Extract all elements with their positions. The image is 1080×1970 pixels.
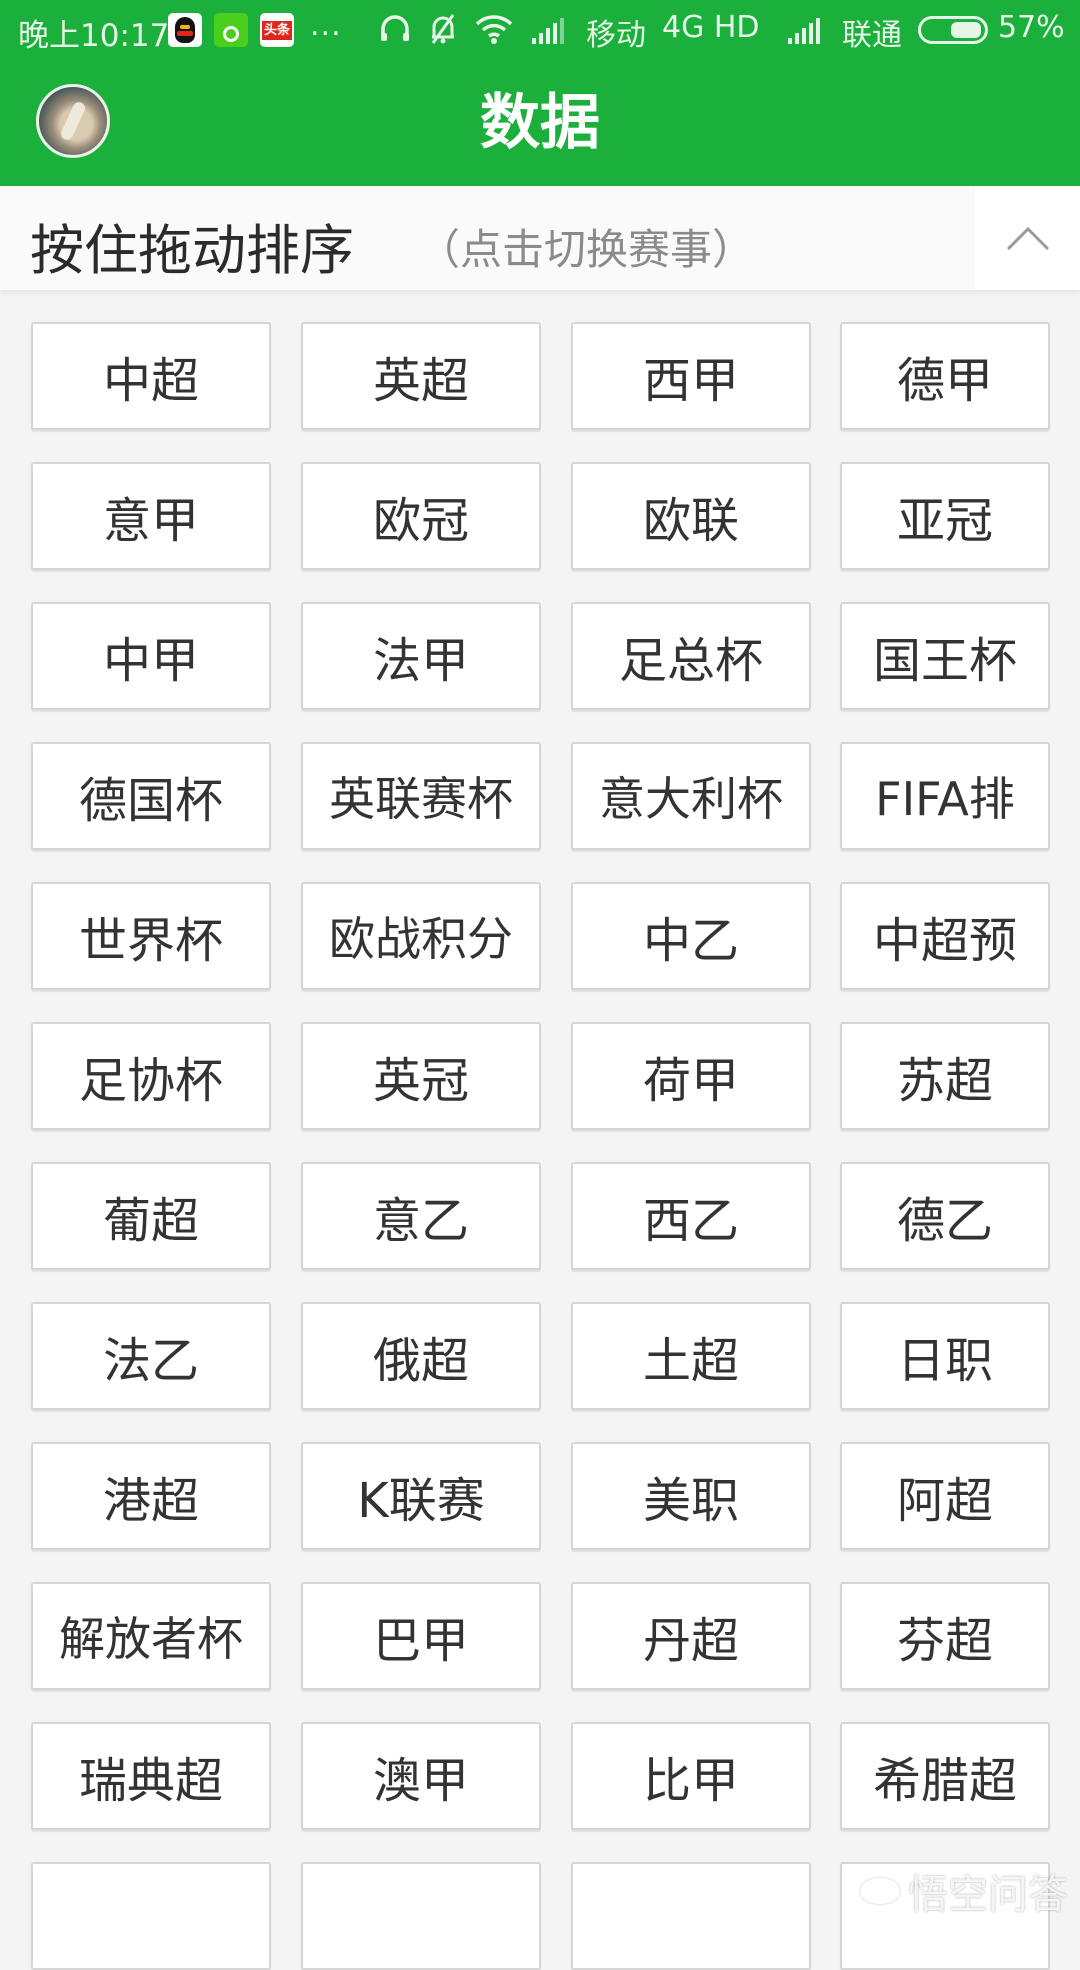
competition-tile[interactable]: 英超: [301, 322, 541, 430]
competition-tile[interactable]: 美职: [571, 1442, 811, 1550]
carrier-1: 移动: [586, 18, 646, 53]
competition-tile[interactable]: 中超: [31, 322, 271, 430]
watermark-text: 悟空问答: [908, 1872, 1068, 1918]
competition-tile[interactable]: 足协杯: [31, 1022, 271, 1130]
competition-tile[interactable]: [571, 1862, 811, 1970]
network-type: 4G HD: [662, 10, 760, 45]
competition-tile[interactable]: 荷甲: [571, 1022, 811, 1130]
toutiao-icon: 头条: [260, 13, 294, 47]
competition-tile[interactable]: 欧战积分: [301, 882, 541, 990]
more-notifications-icon: ...: [310, 8, 342, 43]
competition-tile[interactable]: 意乙: [301, 1162, 541, 1270]
sports-app-icon: [214, 13, 248, 47]
competition-tile[interactable]: 法乙: [31, 1302, 271, 1410]
competition-tile[interactable]: 欧冠: [301, 462, 541, 570]
competition-tile[interactable]: 足总杯: [571, 602, 811, 710]
bell-muted-icon: [431, 14, 455, 44]
competition-tile[interactable]: 国王杯: [840, 602, 1050, 710]
headset-icon: [381, 15, 409, 41]
competition-tile[interactable]: 法甲: [301, 602, 541, 710]
competition-tile[interactable]: 巴甲: [301, 1582, 541, 1690]
page-title: 数据: [480, 88, 600, 158]
competition-tile[interactable]: 世界杯: [31, 882, 271, 990]
competition-tile[interactable]: 英冠: [301, 1022, 541, 1130]
signal-strength-icon-2: [788, 18, 820, 44]
competition-tile[interactable]: 西乙: [571, 1162, 811, 1270]
competition-tile[interactable]: 亚冠: [840, 462, 1050, 570]
competition-tile[interactable]: K联赛: [301, 1442, 541, 1550]
carrier-2: 联通: [842, 18, 902, 53]
battery-percent: 57%: [998, 10, 1065, 45]
chevron-up-icon: [1006, 226, 1049, 251]
competition-tile[interactable]: 德国杯: [31, 742, 271, 850]
competition-tile[interactable]: 芬超: [840, 1582, 1050, 1690]
watermark: 悟空问答: [860, 1862, 1068, 1920]
collapse-button[interactable]: [975, 186, 1080, 290]
competition-tile[interactable]: 希腊超: [840, 1722, 1050, 1830]
competition-tile[interactable]: 比甲: [571, 1722, 811, 1830]
competition-tile[interactable]: 俄超: [301, 1302, 541, 1410]
competition-tile[interactable]: 葡超: [31, 1162, 271, 1270]
competition-tile[interactable]: [301, 1862, 541, 1970]
sort-title: 按住拖动排序: [30, 219, 354, 282]
competition-tile[interactable]: 中超预: [840, 882, 1050, 990]
status-time: 晚上10:17: [18, 18, 170, 54]
competition-tile[interactable]: 澳甲: [301, 1722, 541, 1830]
status-bar: 晚上10:17 头条 ... 移动 4G HD 联通 57%: [0, 0, 1080, 60]
competition-tile[interactable]: 西甲: [571, 322, 811, 430]
sort-hint: （点击切换赛事）: [418, 225, 755, 274]
wifi-icon: [475, 15, 513, 44]
competition-tile[interactable]: 日职: [840, 1302, 1050, 1410]
competition-tile[interactable]: 阿超: [840, 1442, 1050, 1550]
battery-icon: [918, 16, 988, 44]
competition-tile[interactable]: 德乙: [840, 1162, 1050, 1270]
competition-tile[interactable]: 中甲: [31, 602, 271, 710]
competition-tile[interactable]: 中乙: [571, 882, 811, 990]
competition-tile[interactable]: 解放者杯: [31, 1582, 271, 1690]
sort-header: 按住拖动排序 （点击切换赛事）: [0, 186, 1080, 290]
competition-tile[interactable]: 德甲: [840, 322, 1050, 430]
qq-icon: [168, 13, 202, 47]
competition-tile[interactable]: FIFA排: [840, 742, 1050, 850]
competition-tile[interactable]: 欧联: [571, 462, 811, 570]
signal-strength-icon-1: [532, 18, 564, 44]
competition-tile[interactable]: 英联赛杯: [301, 742, 541, 850]
wukong-logo-icon: [860, 1878, 900, 1904]
competition-tile[interactable]: 瑞典超: [31, 1722, 271, 1830]
competition-tile[interactable]: [31, 1862, 271, 1970]
competition-tile[interactable]: 意大利杯: [571, 742, 811, 850]
competition-tile[interactable]: 苏超: [840, 1022, 1050, 1130]
competition-tile[interactable]: 意甲: [31, 462, 271, 570]
competition-tile[interactable]: 丹超: [571, 1582, 811, 1690]
competition-tile[interactable]: 港超: [31, 1442, 271, 1550]
competition-tile[interactable]: 土超: [571, 1302, 811, 1410]
